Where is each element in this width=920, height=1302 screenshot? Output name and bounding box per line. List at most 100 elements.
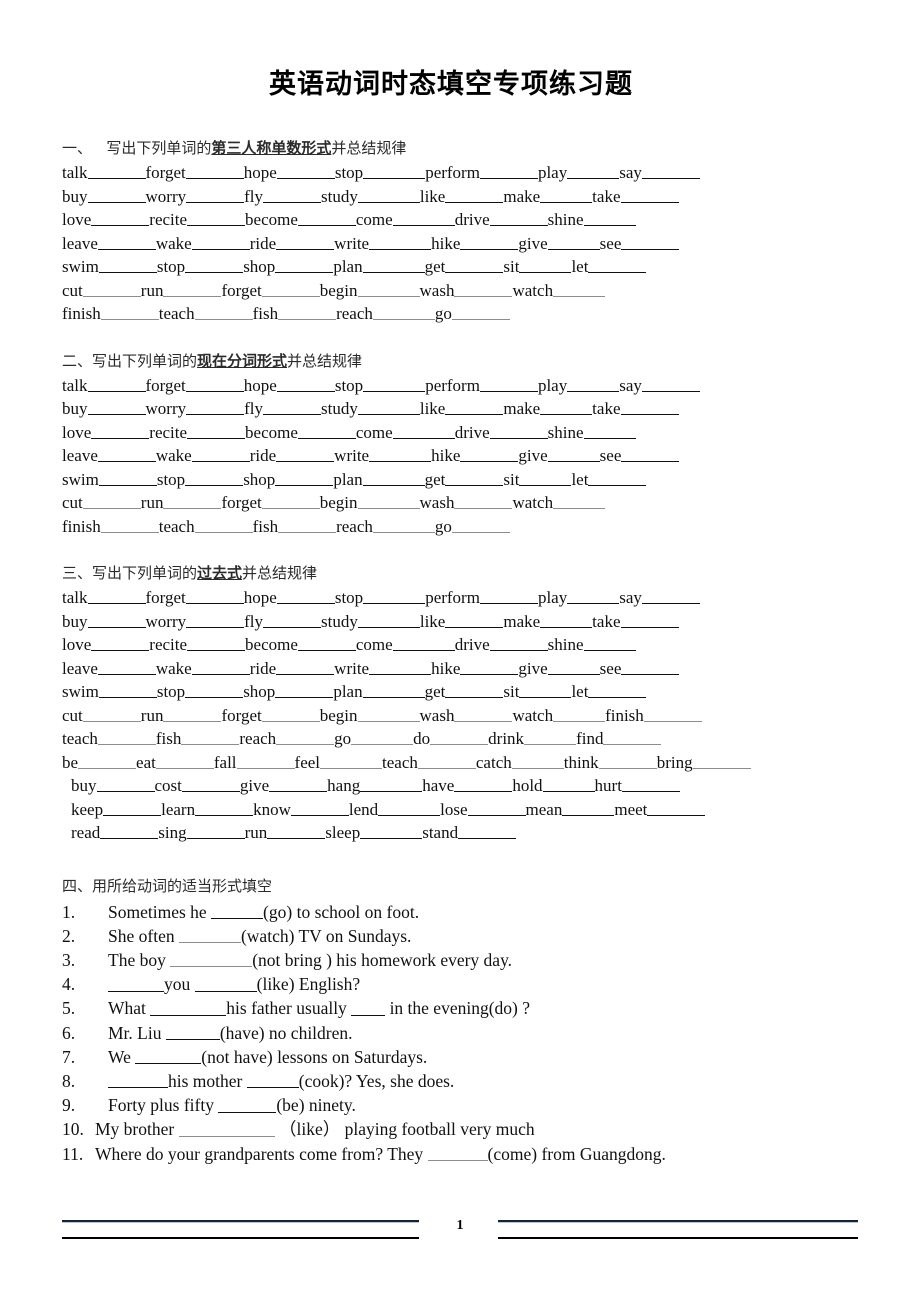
word-answer-blank[interactable] [97,233,156,250]
word-answer-blank[interactable] [97,446,156,463]
word-answer-blank[interactable] [547,233,600,250]
word-answer-blank[interactable] [357,611,420,628]
item-answer-blank[interactable] [108,1071,168,1089]
word-answer-blank[interactable] [567,375,620,392]
word-answer-blank[interactable] [621,776,680,793]
word-answer-blank[interactable] [451,516,510,533]
word-answer-blank[interactable] [479,375,538,392]
word-answer-blank[interactable] [479,588,538,605]
word-answer-blank[interactable] [191,446,250,463]
item-answer-blank[interactable] [150,999,227,1016]
word-answer-blank[interactable] [363,375,426,392]
word-answer-blank[interactable] [641,163,700,180]
word-answer-blank[interactable] [87,588,146,605]
word-answer-blank[interactable] [100,304,159,321]
word-answer-blank[interactable] [263,399,321,416]
word-answer-blank[interactable] [362,257,425,274]
word-answer-blank[interactable] [378,799,441,816]
word-answer-blank[interactable] [278,304,337,321]
word-answer-blank[interactable] [547,658,600,675]
word-answer-blank[interactable] [82,280,141,297]
word-answer-blank[interactable] [357,186,420,203]
word-answer-blank[interactable] [100,516,159,533]
item-answer-blank[interactable] [218,1095,277,1113]
word-answer-blank[interactable] [185,163,244,180]
word-answer-blank[interactable] [454,493,513,510]
word-answer-blank[interactable] [186,823,245,840]
word-answer-blank[interactable] [467,799,526,816]
word-answer-blank[interactable] [489,210,548,227]
word-answer-blank[interactable] [547,446,600,463]
word-answer-blank[interactable] [103,799,162,816]
word-answer-blank[interactable] [603,729,662,746]
word-answer-blank[interactable] [267,823,326,840]
word-answer-blank[interactable] [540,186,593,203]
word-answer-blank[interactable] [275,469,334,486]
item-answer-blank[interactable] [351,999,386,1016]
word-answer-blank[interactable] [275,257,334,274]
word-answer-blank[interactable] [363,163,426,180]
word-answer-blank[interactable] [100,823,159,840]
word-answer-blank[interactable] [372,304,435,321]
item-answer-blank[interactable] [211,902,264,919]
word-answer-blank[interactable] [362,682,425,699]
word-answer-blank[interactable] [357,493,420,510]
word-answer-blank[interactable] [87,611,146,628]
word-answer-blank[interactable] [519,257,572,274]
word-answer-blank[interactable] [540,399,593,416]
item-answer-blank[interactable] [165,1023,220,1040]
word-answer-blank[interactable] [598,752,657,769]
word-answer-blank[interactable] [181,729,240,746]
word-answer-blank[interactable] [454,705,513,722]
word-answer-blank[interactable] [195,799,254,816]
word-answer-blank[interactable] [445,399,504,416]
word-answer-blank[interactable] [236,752,295,769]
word-answer-blank[interactable] [98,469,157,486]
word-answer-blank[interactable] [372,516,435,533]
word-answer-blank[interactable] [91,635,150,652]
word-answer-blank[interactable] [620,186,679,203]
word-answer-blank[interactable] [357,399,420,416]
word-answer-blank[interactable] [588,682,647,699]
word-answer-blank[interactable] [185,588,244,605]
word-answer-blank[interactable] [454,776,513,793]
word-answer-blank[interactable] [542,776,595,793]
word-answer-blank[interactable] [620,399,679,416]
word-answer-blank[interactable] [82,705,141,722]
word-answer-blank[interactable] [185,682,244,699]
word-answer-blank[interactable] [392,635,455,652]
word-answer-blank[interactable] [276,729,335,746]
word-answer-blank[interactable] [392,422,455,439]
word-answer-blank[interactable] [290,799,349,816]
word-answer-blank[interactable] [588,469,647,486]
word-answer-blank[interactable] [553,280,606,297]
word-answer-blank[interactable] [357,705,420,722]
word-answer-blank[interactable] [583,635,636,652]
word-answer-blank[interactable] [553,493,606,510]
word-answer-blank[interactable] [186,186,245,203]
item-answer-blank[interactable] [178,1120,275,1137]
word-answer-blank[interactable] [540,611,593,628]
word-answer-blank[interactable] [186,611,245,628]
word-answer-blank[interactable] [276,446,335,463]
word-answer-blank[interactable] [278,516,337,533]
word-answer-blank[interactable] [583,210,636,227]
word-answer-blank[interactable] [191,658,250,675]
word-answer-blank[interactable] [276,375,335,392]
word-answer-blank[interactable] [87,399,146,416]
word-answer-blank[interactable] [98,257,157,274]
word-answer-blank[interactable] [97,729,156,746]
word-answer-blank[interactable] [96,776,155,793]
item-answer-blank[interactable] [135,1047,202,1065]
word-answer-blank[interactable] [261,493,320,510]
word-answer-blank[interactable] [360,776,423,793]
word-answer-blank[interactable] [454,280,513,297]
word-answer-blank[interactable] [588,257,647,274]
word-answer-blank[interactable] [87,375,146,392]
item-answer-blank[interactable] [427,1144,488,1161]
word-answer-blank[interactable] [360,823,423,840]
word-answer-blank[interactable] [185,257,244,274]
word-answer-blank[interactable] [460,446,519,463]
word-answer-blank[interactable] [479,163,538,180]
word-answer-blank[interactable] [163,493,222,510]
